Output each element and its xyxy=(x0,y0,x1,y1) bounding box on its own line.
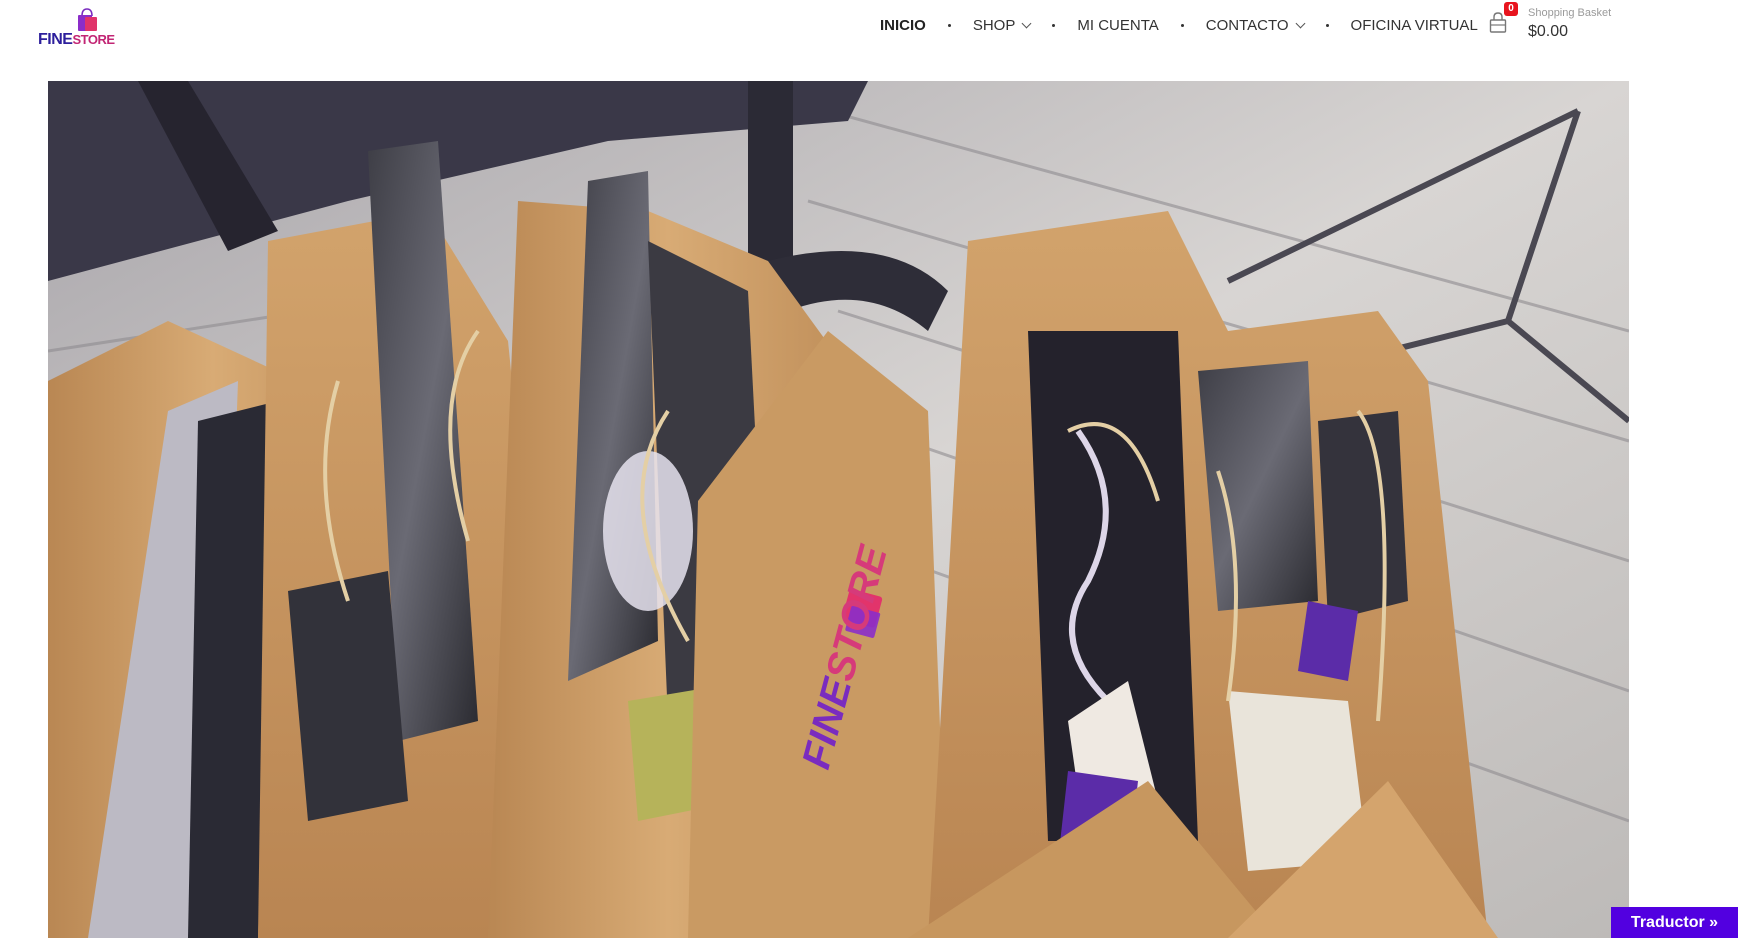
nav-item-mi-cuenta[interactable]: MI CUENTA xyxy=(1077,17,1158,34)
nav-separator xyxy=(1180,23,1184,27)
translator-button[interactable]: Traductor » xyxy=(1611,907,1738,938)
shopping-bags-photo: FINESTORE xyxy=(48,81,1629,938)
site-logo[interactable]: FINESTORE xyxy=(36,8,120,48)
nav-item-label: MI CUENTA xyxy=(1077,16,1159,34)
shopping-bag-logo-icon xyxy=(78,8,97,31)
logo-text-store: STORE xyxy=(72,32,115,47)
chevron-down-icon xyxy=(1021,18,1032,28)
nav-item-label: OFICINA VIRTUAL xyxy=(1350,16,1478,34)
nav-item-contacto[interactable]: CONTACTO xyxy=(1205,16,1305,34)
nav-item-label: SHOP xyxy=(972,16,1016,34)
nav-separator xyxy=(1052,23,1056,27)
nav-separator xyxy=(1325,23,1329,27)
nav-item-oficina-virtual[interactable]: OFICINA VIRTUAL xyxy=(1351,17,1478,34)
cart-total[interactable]: $0.00 xyxy=(1528,23,1568,41)
site-header: FINESTORE INICIO SHOP MI CUENTA CONTACTO… xyxy=(0,0,1741,80)
cart-count-badge: 0 xyxy=(1504,2,1518,16)
nav-item-inicio[interactable]: INICIO xyxy=(880,17,926,34)
logo-text-fine: FINE xyxy=(38,31,73,48)
nav-separator xyxy=(947,23,951,27)
hero-image: FINESTORE xyxy=(48,81,1629,938)
main-nav: INICIO SHOP MI CUENTA CONTACTO OFICINA V… xyxy=(880,14,1478,36)
nav-item-label: INICIO xyxy=(880,16,926,34)
shopping-basket-label: Shopping Basket xyxy=(1528,7,1612,19)
chevron-down-icon xyxy=(1295,18,1305,28)
nav-item-shop[interactable]: SHOP xyxy=(972,16,1032,34)
nav-item-label: CONTACTO xyxy=(1205,16,1289,34)
logo-text: FINESTORE xyxy=(38,31,115,49)
